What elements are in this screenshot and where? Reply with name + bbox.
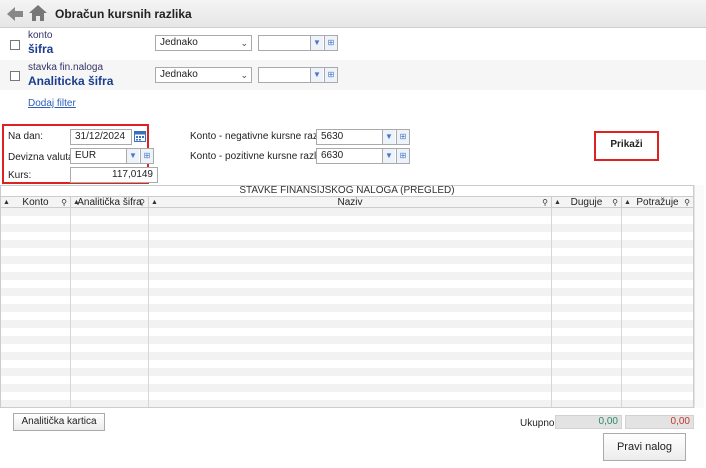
sort-icon[interactable]: ▲ <box>73 197 80 208</box>
filter-checkbox[interactable] <box>10 71 20 81</box>
sort-icon[interactable]: ▲ <box>3 197 10 208</box>
grid-header: ▲ Konto ⚲ ▲ Analitička šifra ⚲ ▲ Naziv ⚲… <box>0 196 694 208</box>
column-header-label: Duguje <box>570 197 603 208</box>
lookup-icon[interactable]: ⊞ <box>396 149 409 163</box>
column-header-naziv[interactable]: ▲ Naziv ⚲ <box>149 197 552 208</box>
column-header-label: Analitička šifra <box>77 197 142 208</box>
filter-field-label: Analiticka šifra <box>28 74 114 88</box>
chevron-down-icon[interactable]: ▼ <box>382 149 395 163</box>
window-title: Obračun kursnih razlika <box>55 7 192 21</box>
grid-title: STAVKE FINANSIJSKOG NALOGA (PREGLED) <box>0 185 694 196</box>
grid-body[interactable] <box>0 208 694 408</box>
na-dan-label: Na dan: <box>8 131 44 142</box>
konto-poz-value: 6630 <box>321 150 344 161</box>
total-label: Ukupno: <box>520 418 558 429</box>
filter-value-combo[interactable]: ▼ ⊞ <box>258 67 338 83</box>
total-duguje: 0,00 <box>555 415 622 429</box>
lookup-icon[interactable]: ⊞ <box>324 68 337 82</box>
search-icon[interactable]: ⚲ <box>612 197 618 208</box>
devizna-valuta-combo[interactable]: EUR ▼ ⊞ <box>70 148 154 164</box>
column-header-label: Potražuje <box>636 197 679 208</box>
chevron-down-icon[interactable]: ▼ <box>310 68 323 82</box>
filter-checkbox[interactable] <box>10 40 20 50</box>
chevron-down-icon[interactable]: ▼ <box>310 36 323 50</box>
create-order-button[interactable]: Pravi nalog <box>603 433 686 461</box>
konto-poz-combo[interactable]: 6630 ▼ ⊞ <box>316 148 410 164</box>
lookup-icon[interactable]: ⊞ <box>140 149 153 163</box>
search-icon[interactable]: ⚲ <box>61 197 67 208</box>
column-header-potrazuje[interactable]: ▲ Potražuje ⚲ <box>622 197 693 208</box>
filter-operator-select[interactable]: Jednako ⌄ <box>155 35 252 51</box>
filter-operator-value: Jednako <box>160 37 198 48</box>
lookup-icon[interactable]: ⊞ <box>396 130 409 144</box>
chevron-down-icon: ⌄ <box>240 38 248 48</box>
filter-row: stavka fin.naloga Analiticka šifra Jedna… <box>0 60 706 90</box>
home-icon[interactable] <box>28 4 48 22</box>
sort-icon[interactable]: ▲ <box>151 197 158 208</box>
konto-neg-value: 5630 <box>321 131 344 142</box>
column-header-konto[interactable]: ▲ Konto ⚲ <box>1 197 71 208</box>
kurs-input[interactable]: 117,0149 <box>70 167 158 183</box>
chevron-down-icon[interactable]: ▼ <box>382 130 395 144</box>
filter-value-combo[interactable]: ▼ ⊞ <box>258 35 338 51</box>
search-icon[interactable]: ⚲ <box>139 197 145 208</box>
filter-operator-select[interactable]: Jednako ⌄ <box>155 67 252 83</box>
konto-neg-label: Konto - negativne kursne razlike: <box>190 131 336 142</box>
na-dan-input[interactable]: 31/12/2024 <box>70 129 132 145</box>
column-header-label: Konto <box>22 197 49 208</box>
devizna-valuta-label: Devizna valuta: <box>8 152 77 163</box>
devizna-valuta-value: EUR <box>75 150 97 161</box>
filter-small-label: konto <box>28 30 53 41</box>
title-bar: Obračun kursnih razlika <box>0 0 706 28</box>
sort-icon[interactable]: ▲ <box>554 197 561 208</box>
filter-row: konto šifra Jednako ⌄ ▼ ⊞ <box>0 29 706 59</box>
filter-field-label: šifra <box>28 42 54 56</box>
kurs-label: Kurs: <box>8 170 32 181</box>
calendar-icon[interactable] <box>134 130 146 142</box>
chevron-down-icon: ⌄ <box>240 70 248 80</box>
column-header-duguje[interactable]: ▲ Duguje ⚲ <box>552 197 622 208</box>
chevron-down-icon[interactable]: ▼ <box>126 149 139 163</box>
konto-neg-combo[interactable]: 5630 ▼ ⊞ <box>316 129 410 145</box>
filter-small-label: stavka fin.naloga <box>28 62 104 73</box>
column-header-analiticka-sifra[interactable]: ▲ Analitička šifra ⚲ <box>71 197 149 208</box>
search-icon[interactable]: ⚲ <box>684 197 690 208</box>
column-header-label: Naziv <box>337 197 363 208</box>
add-filter-link[interactable]: Dodaj filter <box>28 98 76 109</box>
sort-icon[interactable]: ▲ <box>624 197 631 208</box>
lookup-icon[interactable]: ⊞ <box>324 36 337 50</box>
show-button[interactable]: Prikaži <box>600 136 653 156</box>
grid-scrollbar[interactable] <box>694 185 704 408</box>
konto-poz-label: Konto - pozitivne kursne razlike: <box>190 151 332 162</box>
total-potrazuje: 0,00 <box>625 415 694 429</box>
analytic-card-button[interactable]: Analitička kartica <box>13 413 105 431</box>
search-icon[interactable]: ⚲ <box>542 197 548 208</box>
filter-operator-value: Jednako <box>160 69 198 80</box>
back-arrow-icon[interactable] <box>6 6 24 22</box>
